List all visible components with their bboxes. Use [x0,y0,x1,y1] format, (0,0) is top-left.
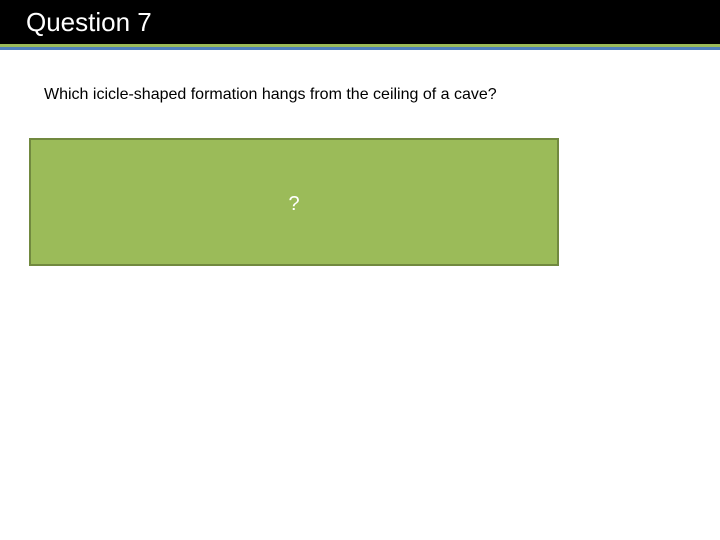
slide: Question 7 Which icicle-shaped formation… [0,0,720,540]
answer-placeholder: ? [288,193,300,215]
slide-title: Question 7 [26,7,152,37]
answer-box[interactable]: ? [29,138,559,266]
title-accent-stripe-blue [0,47,720,50]
question-text: Which icicle-shaped formation hangs from… [44,86,497,103]
title-bar: Question 7 [0,0,720,44]
